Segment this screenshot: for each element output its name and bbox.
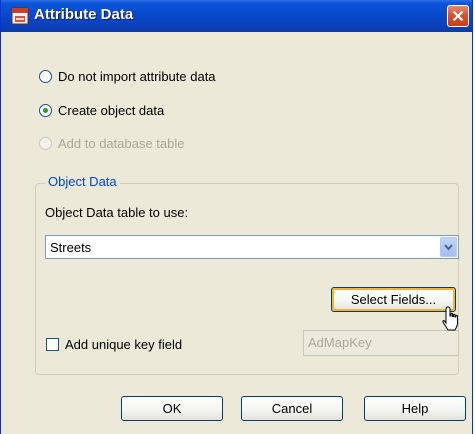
ok-button[interactable]: OK bbox=[121, 396, 223, 421]
ok-label: OK bbox=[162, 401, 182, 416]
radio-button-icon[interactable] bbox=[39, 69, 52, 83]
radio-no-import[interactable]: Do not import attribute data bbox=[39, 66, 216, 86]
cancel-label: Cancel bbox=[271, 401, 313, 416]
cancel-button[interactable]: Cancel bbox=[241, 396, 343, 421]
radio-create-object-data[interactable]: Create object data bbox=[39, 100, 164, 120]
object-data-group-label: Object Data bbox=[45, 174, 120, 189]
select-fields-label: Select Fields... bbox=[350, 292, 437, 307]
unique-key-checkbox[interactable] bbox=[46, 338, 59, 351]
app-icon bbox=[11, 7, 29, 25]
mouse-pointer-icon bbox=[441, 306, 461, 337]
object-data-table-value: Streets bbox=[50, 240, 92, 255]
close-icon bbox=[452, 10, 464, 22]
attribute-data-dialog: Attribute Data Do not import attribute d… bbox=[0, 0, 473, 434]
radio-add-to-database-table: Add to database table bbox=[39, 133, 185, 153]
window-title: Attribute Data bbox=[34, 6, 134, 23]
help-button[interactable]: Help bbox=[364, 396, 466, 421]
title-bar[interactable]: Attribute Data bbox=[1, 0, 472, 32]
radio-no-import-label: Do not import attribute data bbox=[58, 68, 216, 84]
help-label: Help bbox=[401, 401, 429, 416]
table-label: Object Data table to use: bbox=[45, 205, 189, 220]
dropdown-button[interactable] bbox=[440, 237, 457, 257]
object-data-table-select[interactable]: Streets bbox=[45, 235, 459, 259]
select-fields-button[interactable]: Select Fields... bbox=[331, 287, 456, 312]
unique-key-label: Add unique key field bbox=[65, 337, 183, 352]
close-button[interactable] bbox=[447, 5, 469, 27]
radio-create-object-data-label: Create object data bbox=[58, 102, 165, 118]
unique-key-field-value: AdMapKey bbox=[308, 335, 372, 350]
radio-button-disabled-icon bbox=[39, 136, 52, 150]
unique-key-field-input[interactable]: AdMapKey bbox=[303, 330, 459, 356]
radio-add-to-database-table-label: Add to database table bbox=[58, 135, 185, 151]
chevron-down-icon bbox=[444, 244, 453, 251]
radio-button-selected-icon[interactable] bbox=[39, 103, 52, 117]
